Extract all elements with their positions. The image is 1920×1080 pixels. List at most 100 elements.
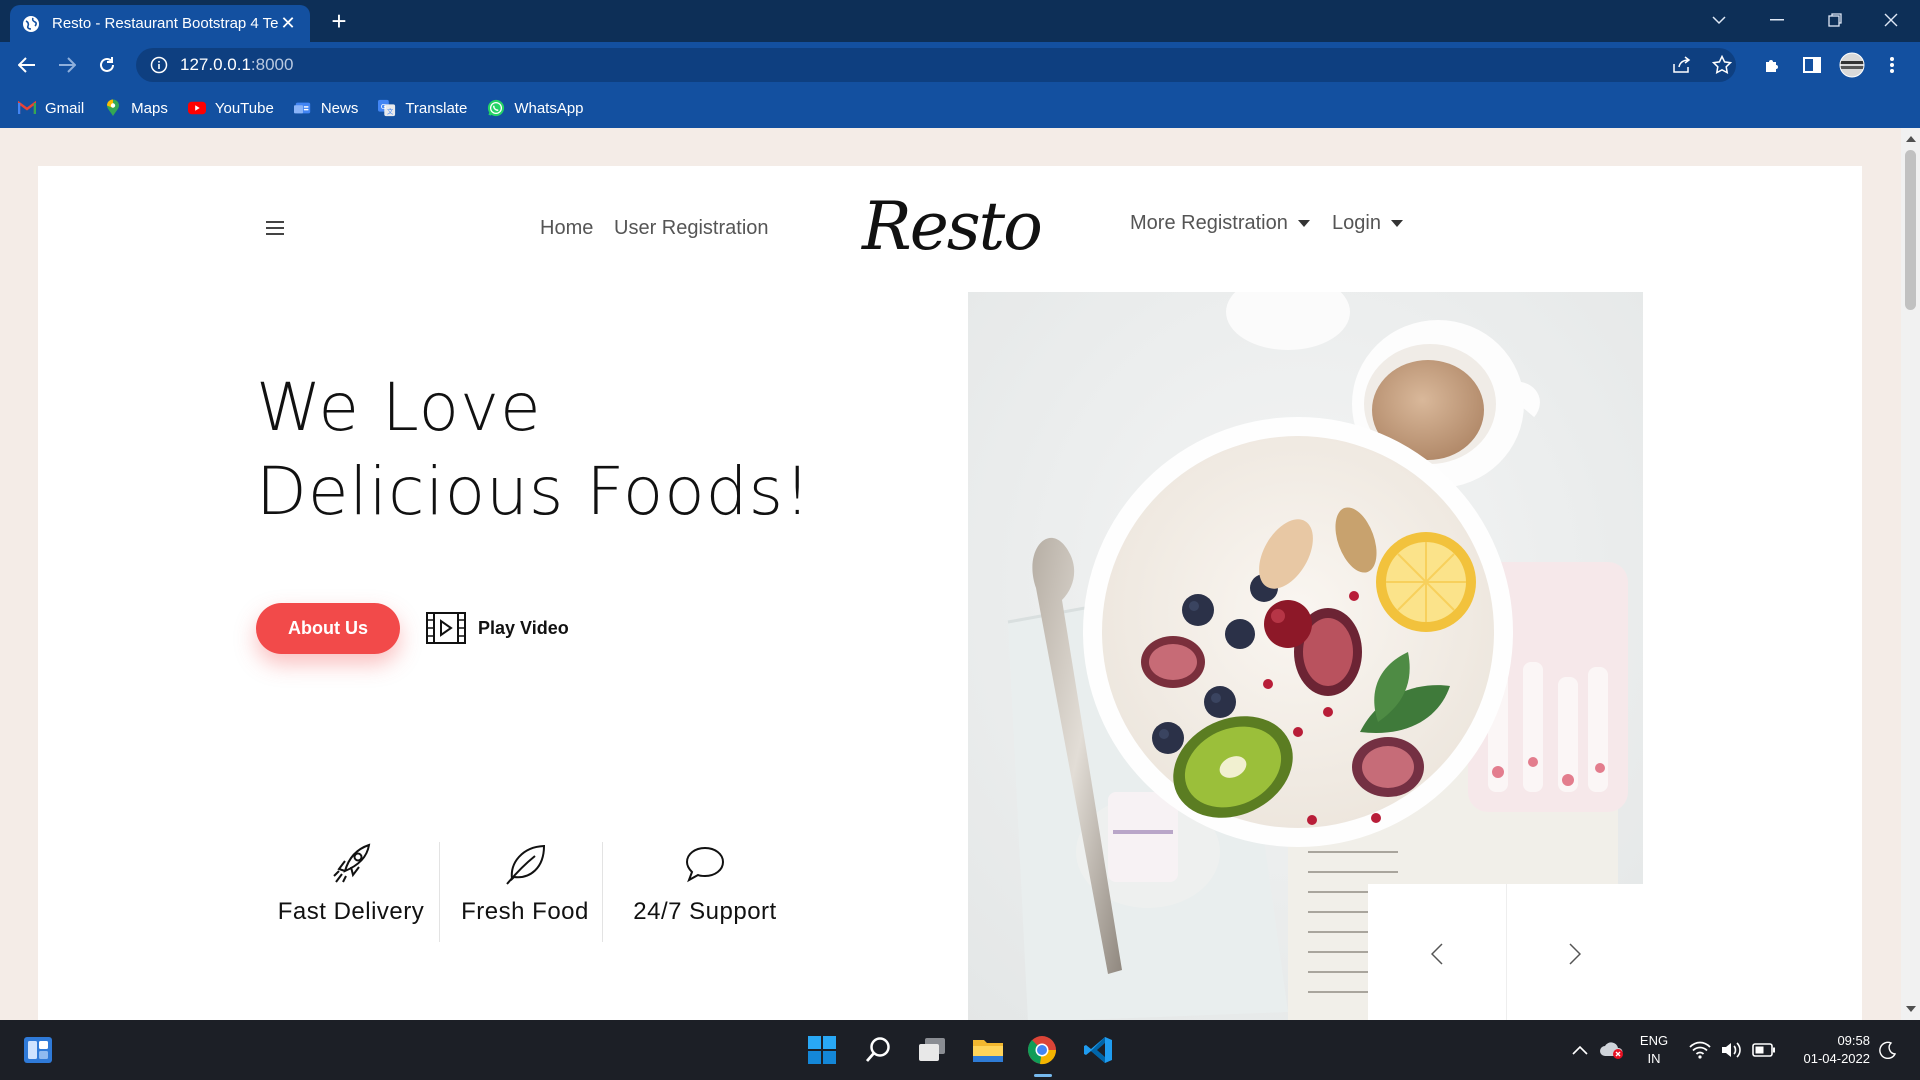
site-info-icon[interactable] <box>150 56 168 74</box>
svg-text:G: G <box>381 102 387 111</box>
feature-label: Fresh Food <box>461 898 589 925</box>
windows-start-icon[interactable] <box>802 1030 842 1070</box>
scroll-up-arrow[interactable] <box>1906 136 1916 142</box>
windows-taskbar: ENG IN 09:58 01-04-2022 <box>0 1020 1920 1080</box>
whatsapp-icon <box>487 99 505 117</box>
site-logo[interactable]: Resto <box>862 188 1043 265</box>
feature-support: 24/7 Support <box>612 842 798 926</box>
battery-icon <box>1752 1043 1775 1057</box>
bookmark-translate[interactable]: G文 Translate <box>378 99 467 117</box>
chevron-left-icon <box>1430 943 1443 965</box>
video-play-icon <box>426 612 466 644</box>
globe-icon <box>22 15 40 33</box>
widgets-icon[interactable] <box>18 1030 58 1070</box>
bookmark-label: Maps <box>131 99 168 117</box>
page-content: Home User Registration Resto More Regist… <box>38 166 1862 1020</box>
language-code: ENG <box>1639 1033 1669 1048</box>
more-registration-label: More Registration <box>1130 212 1288 234</box>
file-explorer-icon[interactable] <box>968 1030 1008 1070</box>
feature-divider <box>602 842 603 942</box>
bookmark-maps[interactable]: Maps <box>104 99 168 117</box>
vscode-icon[interactable] <box>1078 1030 1118 1070</box>
slider-controls <box>1368 884 1644 1020</box>
chrome-menu-icon[interactable] <box>1878 51 1906 79</box>
bookmarks-bar: Gmail Maps YouTube News G文 Translate Wha… <box>0 88 1920 128</box>
restore-button[interactable] <box>1806 0 1864 40</box>
play-video-label: Play Video <box>478 617 569 638</box>
chevron-right-icon <box>1569 943 1582 965</box>
clock-date: 01-04-2022 <box>1803 1051 1871 1066</box>
feature-label: 24/7 Support <box>633 898 777 925</box>
maps-icon <box>104 99 122 117</box>
caret-down-icon <box>1390 220 1403 228</box>
feature-divider <box>439 842 440 942</box>
side-panel-icon[interactable] <box>1798 51 1826 79</box>
caret-down-icon <box>1297 220 1310 228</box>
nav-login-dropdown[interactable]: Login <box>1332 212 1403 235</box>
bookmark-label: News <box>320 99 359 117</box>
system-tray-quick-settings[interactable] <box>1680 1030 1784 1070</box>
input-language[interactable]: ENG IN <box>1632 1032 1676 1068</box>
url-port: :8000 <box>250 55 294 74</box>
about-us-button[interactable]: About Us <box>256 603 400 654</box>
clock-time: 09:58 <box>1837 1033 1870 1048</box>
bookmark-label: Gmail <box>45 99 85 117</box>
bookmark-youtube[interactable]: YouTube <box>187 99 274 117</box>
url-host: 127.0.0.1 <box>180 55 251 74</box>
wifi-icon <box>1689 1041 1711 1059</box>
back-button[interactable] <box>12 50 42 80</box>
gmail-icon <box>18 99 36 117</box>
new-tab-button[interactable]: + <box>324 6 354 37</box>
close-window-button[interactable] <box>1862 0 1920 40</box>
nav-home-link[interactable]: Home <box>540 217 593 240</box>
bookmark-label: WhatsApp <box>514 99 584 117</box>
tab-title: Resto - Restaurant Bootstrap 4 Te <box>52 15 278 32</box>
forward-button[interactable] <box>52 50 82 80</box>
bookmark-news[interactable]: News <box>293 99 359 117</box>
extensions-icon[interactable] <box>1758 51 1786 79</box>
page-scrollbar[interactable] <box>1901 128 1920 1020</box>
minimize-button[interactable] <box>1748 0 1806 40</box>
hero-title-line1: We Love <box>256 369 542 446</box>
bookmark-star-icon[interactable] <box>1708 51 1736 79</box>
reload-button[interactable] <box>92 50 122 80</box>
region-code: IN <box>1647 1051 1661 1066</box>
bookmark-label: YouTube <box>214 99 274 117</box>
feature-fast-delivery: Fast Delivery <box>270 842 432 926</box>
scroll-down-arrow[interactable] <box>1906 1006 1916 1012</box>
play-video-button[interactable]: Play Video <box>426 612 569 644</box>
scrollbar-thumb[interactable] <box>1905 150 1916 310</box>
news-icon <box>293 99 312 117</box>
chrome-icon[interactable] <box>1022 1030 1062 1070</box>
youtube-icon <box>187 99 206 117</box>
nav-more-registration-dropdown[interactable]: More Registration <box>1130 212 1310 235</box>
notifications-moon-icon[interactable] <box>1870 1030 1906 1070</box>
bookmark-label: Translate <box>405 99 468 117</box>
browser-toolbar: 127.0.0.1:8000 <box>0 42 1920 88</box>
bookmark-gmail[interactable]: Gmail <box>18 99 84 117</box>
translate-icon: G文 <box>378 99 396 117</box>
profile-avatar-icon[interactable] <box>1838 51 1866 79</box>
address-bar[interactable]: 127.0.0.1:8000 <box>136 48 1736 82</box>
browser-tab[interactable]: Resto - Restaurant Bootstrap 4 Te ✕ <box>10 5 310 42</box>
hamburger-menu-icon[interactable] <box>266 221 284 239</box>
slider-prev-button[interactable] <box>1368 884 1506 1020</box>
hero-title-line2: Delicious Foods! <box>256 453 812 530</box>
rocket-icon <box>270 842 432 886</box>
search-icon[interactable] <box>858 1030 898 1070</box>
task-view-icon[interactable] <box>912 1030 952 1070</box>
feature-label: Fast Delivery <box>277 898 425 925</box>
chat-bubble-icon <box>612 842 798 886</box>
login-label: Login <box>1332 212 1381 234</box>
feature-fresh-food: Fresh Food <box>450 842 600 926</box>
clock[interactable]: 09:58 01-04-2022 <box>1786 1032 1871 1068</box>
svg-text:文: 文 <box>387 106 394 115</box>
slider-next-button[interactable] <box>1507 884 1645 1020</box>
close-tab-icon[interactable]: ✕ <box>278 13 298 34</box>
tab-search-icon[interactable] <box>1690 0 1748 40</box>
onedrive-error-icon[interactable] <box>1592 1030 1632 1070</box>
nav-user-registration-link[interactable]: User Registration <box>614 217 769 240</box>
browser-tab-strip: Resto - Restaurant Bootstrap 4 Te ✕ + <box>0 0 1920 42</box>
share-icon[interactable] <box>1668 51 1696 79</box>
bookmark-whatsapp[interactable]: WhatsApp <box>487 99 584 117</box>
